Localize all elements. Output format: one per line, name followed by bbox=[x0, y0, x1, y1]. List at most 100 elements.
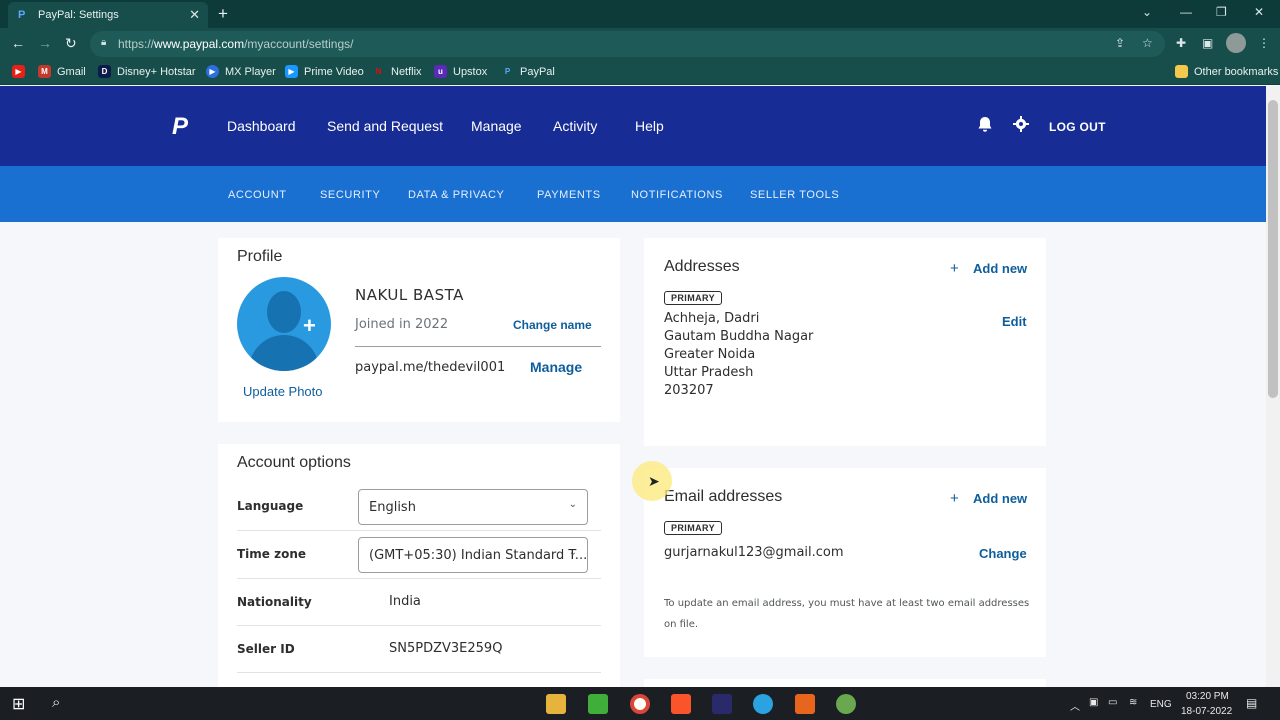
reload-icon[interactable]: ↻ bbox=[65, 35, 77, 52]
url-host: www.paypal.com bbox=[154, 37, 245, 51]
notification-bell-icon[interactable] bbox=[977, 116, 993, 138]
bookmark-label: Upstox bbox=[453, 65, 488, 78]
tab-payments[interactable]: PAYMENTS bbox=[537, 189, 601, 201]
paypal-favicon-icon: P bbox=[18, 9, 26, 21]
camtasia-icon[interactable] bbox=[588, 694, 608, 714]
bookmark-upstox[interactable]: u Upstox bbox=[434, 65, 487, 78]
email-addresses-title: Email addresses bbox=[664, 488, 783, 505]
profile-name: NAKUL BASTA bbox=[355, 286, 464, 304]
nav-help[interactable]: Help bbox=[635, 118, 664, 134]
bookmark-star-icon[interactable]: ☆ bbox=[1142, 36, 1153, 50]
language-indicator[interactable]: ENG bbox=[1150, 699, 1172, 710]
add-address-button[interactable]: Add new bbox=[973, 261, 1027, 276]
edit-address-link[interactable]: Edit bbox=[1002, 314, 1027, 329]
email-note: To update an email address, you must hav… bbox=[664, 598, 1030, 630]
language-select[interactable]: English ⌄ bbox=[358, 489, 588, 525]
url-path: /myaccount/settings/ bbox=[244, 37, 354, 51]
tab-data-privacy[interactable]: DATA & PRIVACY bbox=[408, 189, 504, 201]
extensions-icon[interactable]: ✚ bbox=[1176, 36, 1186, 50]
bookmark-label: Gmail bbox=[57, 65, 86, 78]
nav-manage[interactable]: Manage bbox=[471, 118, 522, 134]
tab-account[interactable]: ACCOUNT bbox=[228, 189, 287, 201]
wifi-icon[interactable]: ≋ bbox=[1129, 697, 1137, 708]
utorrent-icon[interactable] bbox=[836, 694, 856, 714]
file-explorer-icon[interactable] bbox=[546, 694, 566, 714]
address-line: Greater Noida bbox=[664, 347, 756, 362]
minimize-icon[interactable]: — bbox=[1180, 5, 1192, 19]
bookmark-netflix[interactable]: N Netflix bbox=[372, 65, 422, 78]
avatar-body-shape bbox=[249, 335, 319, 371]
update-photo-link[interactable]: Update Photo bbox=[243, 384, 323, 399]
clock-date[interactable]: 18-07-2022 bbox=[1181, 706, 1232, 717]
logout-button[interactable]: LOG OUT bbox=[1049, 120, 1106, 134]
add-photo-icon: + bbox=[303, 313, 316, 338]
bookmark-paypal[interactable]: P PayPal bbox=[501, 65, 555, 78]
change-email-link[interactable]: Change bbox=[979, 546, 1027, 561]
add-icon: + bbox=[950, 260, 959, 277]
share-icon[interactable]: ⇪ bbox=[1115, 36, 1125, 50]
nav-send-and-request[interactable]: Send and Request bbox=[327, 118, 443, 134]
telegram-icon[interactable] bbox=[753, 694, 773, 714]
lock-icon: 🔒︎ bbox=[101, 37, 107, 48]
profile-photo[interactable]: + bbox=[237, 277, 331, 371]
primevideo-icon: ▶ bbox=[285, 65, 298, 78]
url-input[interactable]: 🔒︎ https://www.paypal.com/myaccount/sett… bbox=[90, 31, 1165, 57]
address-line: Uttar Pradesh bbox=[664, 365, 754, 380]
youtube-bookmark[interactable]: ▶ bbox=[12, 65, 31, 78]
profile-title: Profile bbox=[237, 248, 283, 265]
scrollbar-thumb[interactable] bbox=[1268, 100, 1278, 398]
chrome-icon[interactable] bbox=[630, 694, 650, 714]
maximize-icon[interactable]: ❐ bbox=[1216, 5, 1227, 19]
bookmark-hotstar[interactable]: D Disney+ Hotstar bbox=[98, 65, 196, 78]
browser-tab[interactable]: P PayPal: Settings ✕ bbox=[8, 2, 208, 28]
back-icon[interactable]: ← bbox=[11, 35, 25, 51]
settings-gear-icon[interactable] bbox=[1013, 116, 1029, 137]
other-bookmarks[interactable]: Other bookmarks bbox=[1175, 65, 1278, 78]
brave-icon[interactable] bbox=[671, 694, 691, 714]
menu-icon[interactable]: ⋮ bbox=[1258, 36, 1270, 50]
tab-seller-tools[interactable]: SELLER TOOLS bbox=[750, 189, 839, 201]
mouse-cursor-icon: ➤ bbox=[648, 473, 660, 489]
bookmark-label: MX Player bbox=[225, 65, 276, 78]
language-label: Language bbox=[237, 499, 304, 513]
tab-security[interactable]: SECURITY bbox=[320, 189, 380, 201]
mxplayer-icon: ▶ bbox=[206, 65, 219, 78]
paypal-logo[interactable]: P bbox=[172, 113, 188, 141]
notification-center-icon[interactable]: ▤ bbox=[1246, 696, 1257, 710]
account-options-title: Account options bbox=[237, 454, 351, 471]
add-email-button[interactable]: Add new bbox=[973, 491, 1027, 506]
battery-icon[interactable]: ▭ bbox=[1108, 697, 1117, 708]
tab-search-icon[interactable]: ⌄ bbox=[1142, 5, 1152, 19]
bookmark-gmail[interactable]: M Gmail bbox=[38, 65, 86, 78]
nav-dashboard[interactable]: Dashboard bbox=[227, 118, 296, 134]
row-divider bbox=[237, 530, 601, 531]
seller-id-label: Seller ID bbox=[237, 642, 295, 656]
tray-chevron-icon[interactable]: ︿ bbox=[1070, 698, 1080, 713]
tab-close-icon[interactable]: ✕ bbox=[189, 7, 200, 23]
primary-badge: PRIMARY bbox=[664, 291, 722, 305]
bookmark-primevideo[interactable]: ▶ Prime Video bbox=[285, 65, 364, 78]
tray-app-icon[interactable]: ▣ bbox=[1089, 697, 1098, 708]
change-name-link[interactable]: Change name bbox=[513, 318, 592, 332]
manage-link[interactable]: Manage bbox=[530, 359, 582, 375]
timezone-select[interactable]: (GMT+05:30) Indian Standard T... ⌄ bbox=[358, 537, 588, 573]
search-icon[interactable]: ⌕ bbox=[52, 694, 60, 711]
clock-time[interactable]: 03:20 PM bbox=[1186, 691, 1229, 702]
davinci-icon[interactable] bbox=[712, 694, 732, 714]
tab-notifications[interactable]: NOTIFICATIONS bbox=[631, 189, 723, 201]
window-close-icon[interactable]: ✕ bbox=[1254, 5, 1264, 19]
new-tab-button[interactable]: + bbox=[218, 4, 228, 24]
chevron-down-icon: ⌄ bbox=[568, 547, 577, 558]
side-panel-icon[interactable]: ▣ bbox=[1202, 36, 1213, 50]
bookmark-label: Prime Video bbox=[304, 65, 364, 78]
nav-activity[interactable]: Activity bbox=[553, 118, 597, 134]
addresses-title: Addresses bbox=[664, 258, 740, 275]
microphone-app-icon[interactable] bbox=[795, 694, 815, 714]
bookmark-label: Disney+ Hotstar bbox=[117, 65, 196, 78]
joined-date: Joined in 2022 bbox=[355, 317, 449, 332]
windows-start-icon[interactable]: ⊞ bbox=[12, 694, 25, 714]
hotstar-icon: D bbox=[98, 65, 111, 78]
forward-icon[interactable]: → bbox=[38, 35, 52, 51]
bookmark-mxplayer[interactable]: ▶ MX Player bbox=[206, 65, 276, 78]
profile-avatar[interactable] bbox=[1226, 33, 1246, 53]
